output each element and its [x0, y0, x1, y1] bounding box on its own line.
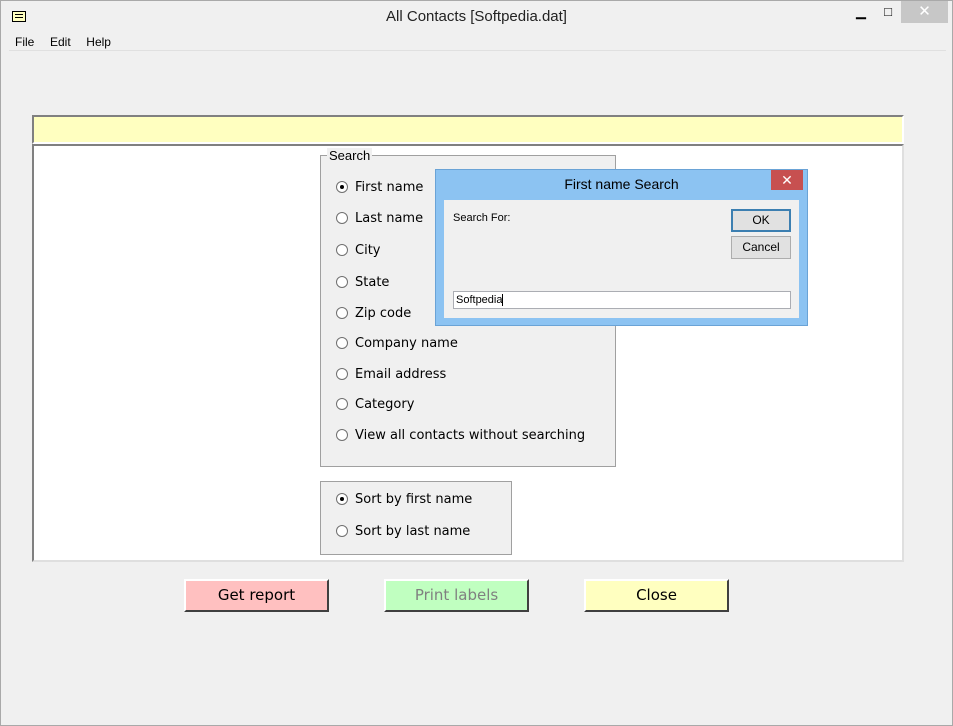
radio-label: Last name [355, 210, 424, 226]
radio-button[interactable] [336, 337, 348, 349]
menu-edit[interactable]: Edit [44, 33, 77, 51]
radio-sort-last-name[interactable]: Sort by last name [336, 521, 470, 541]
radio-button[interactable] [336, 429, 348, 441]
radio-button[interactable] [336, 525, 348, 537]
menu-help[interactable]: Help [80, 33, 117, 51]
radio-label: Zip code [355, 305, 412, 321]
close-button[interactable]: Close [584, 579, 729, 612]
radio-button[interactable] [336, 398, 348, 410]
radio-city[interactable]: City [336, 240, 380, 260]
dialog-close-button[interactable]: ✕ [771, 170, 803, 190]
dialog-title: First name Search [564, 176, 679, 192]
radio-button[interactable] [336, 307, 348, 319]
cancel-button[interactable]: Cancel [731, 236, 791, 259]
radio-company-name[interactable]: Company name [336, 333, 458, 353]
radio-sort-first-name[interactable]: Sort by first name [336, 489, 472, 509]
radio-zip-code[interactable]: Zip code [336, 303, 411, 323]
ok-button[interactable]: OK [731, 209, 791, 232]
radio-label: Company name [355, 335, 458, 351]
get-report-button[interactable]: Get report [184, 579, 329, 612]
print-labels-button[interactable]: Print labels [384, 579, 529, 612]
text-caret [502, 294, 504, 307]
radio-category[interactable]: Category [336, 394, 414, 414]
radio-button[interactable] [336, 244, 348, 256]
radio-label: Category [355, 396, 415, 412]
radio-label: Sort by last name [355, 523, 471, 539]
radio-label: Sort by first name [355, 491, 473, 507]
search-dialog: First name Search ✕ Search For: OK Cance… [435, 169, 808, 326]
radio-button[interactable] [336, 493, 348, 505]
search-for-label: Search For: [453, 212, 511, 224]
search-input-value: Softpedia [456, 294, 503, 306]
title-bar[interactable]: All Contacts [Softpedia.dat] ▁ □ ✕ [1, 1, 952, 32]
search-input[interactable]: Softpedia [453, 291, 791, 309]
window-title: All Contacts [Softpedia.dat] [386, 8, 567, 25]
search-group-legend: Search [327, 148, 373, 163]
radio-button[interactable] [336, 276, 348, 288]
radio-label: Email address [355, 366, 447, 382]
radio-state[interactable]: State [336, 272, 389, 292]
radio-label: View all contacts without searching [355, 427, 586, 443]
radio-first-name[interactable]: First name [336, 177, 423, 197]
minimize-button[interactable]: ▁ [846, 1, 876, 23]
menu-bar: File Edit Help [9, 33, 946, 51]
radio-label: City [355, 242, 381, 258]
menu-file[interactable]: File [9, 33, 40, 51]
radio-label: State [355, 274, 390, 290]
radio-view-all[interactable]: View all contacts without searching [336, 425, 585, 445]
radio-last-name[interactable]: Last name [336, 208, 423, 228]
radio-button[interactable] [336, 181, 348, 193]
maximize-button[interactable]: □ [873, 1, 903, 23]
close-window-button[interactable]: ✕ [901, 1, 948, 23]
status-banner [32, 115, 904, 144]
dialog-body: Search For: OK Cancel Softpedia [444, 200, 799, 318]
radio-button[interactable] [336, 212, 348, 224]
radio-email-address[interactable]: Email address [336, 364, 446, 384]
radio-label: First name [355, 179, 424, 195]
radio-button[interactable] [336, 368, 348, 380]
